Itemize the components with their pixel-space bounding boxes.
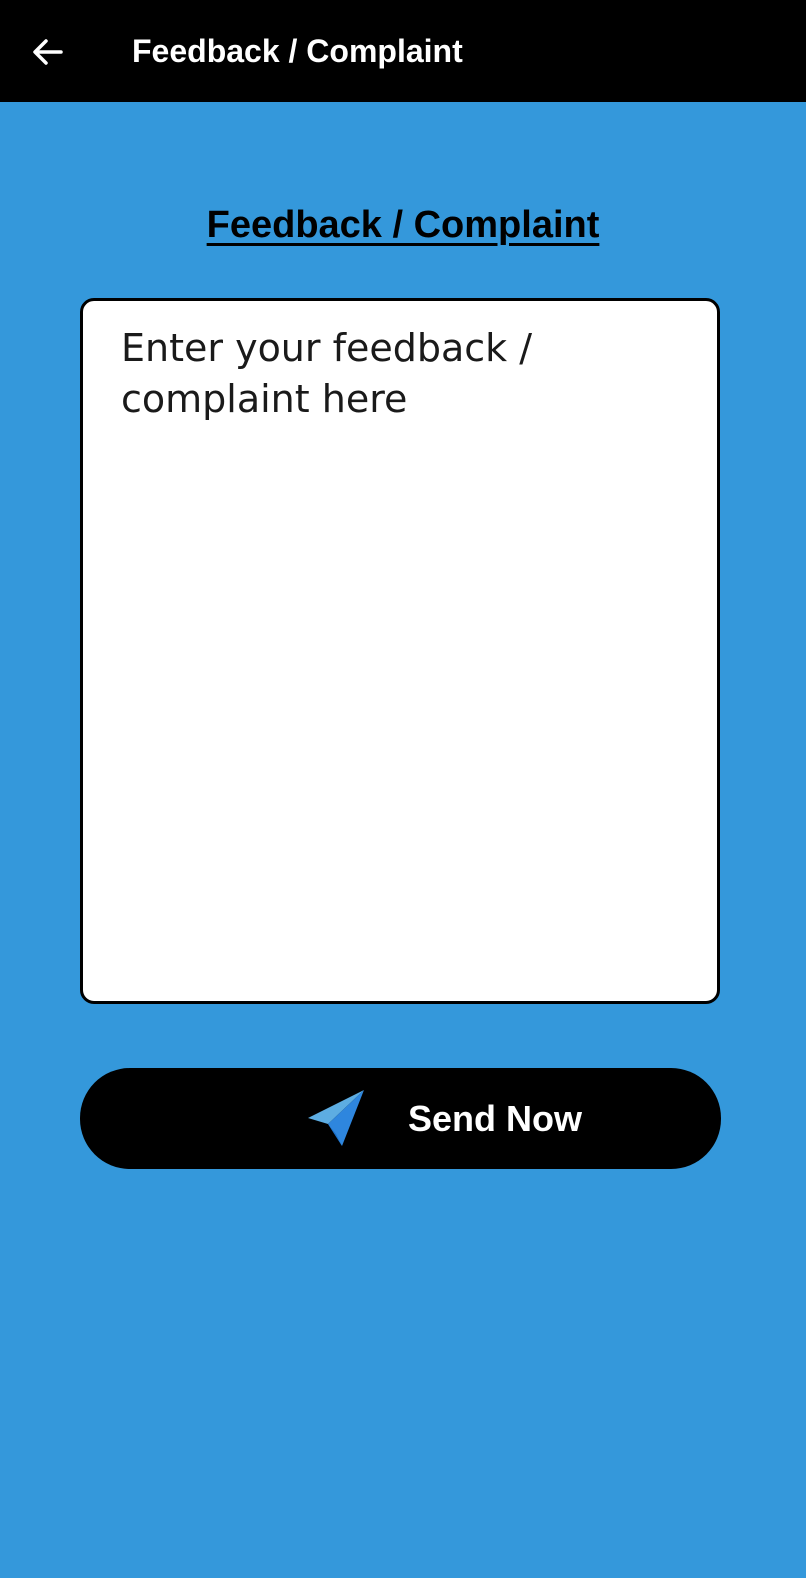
arrow-left-icon xyxy=(33,39,63,65)
paper-plane-icon xyxy=(308,1090,364,1146)
back-button[interactable] xyxy=(18,22,78,82)
send-now-button[interactable]: Send Now xyxy=(80,1068,721,1169)
app-bar: Feedback / Complaint xyxy=(0,0,806,102)
feedback-box xyxy=(80,298,720,1004)
send-now-label: Send Now xyxy=(408,1098,583,1139)
page-heading: Feedback / Complaint xyxy=(206,204,600,246)
app-bar-title: Feedback / Complaint xyxy=(132,33,463,69)
feedback-input[interactable] xyxy=(83,301,717,1001)
